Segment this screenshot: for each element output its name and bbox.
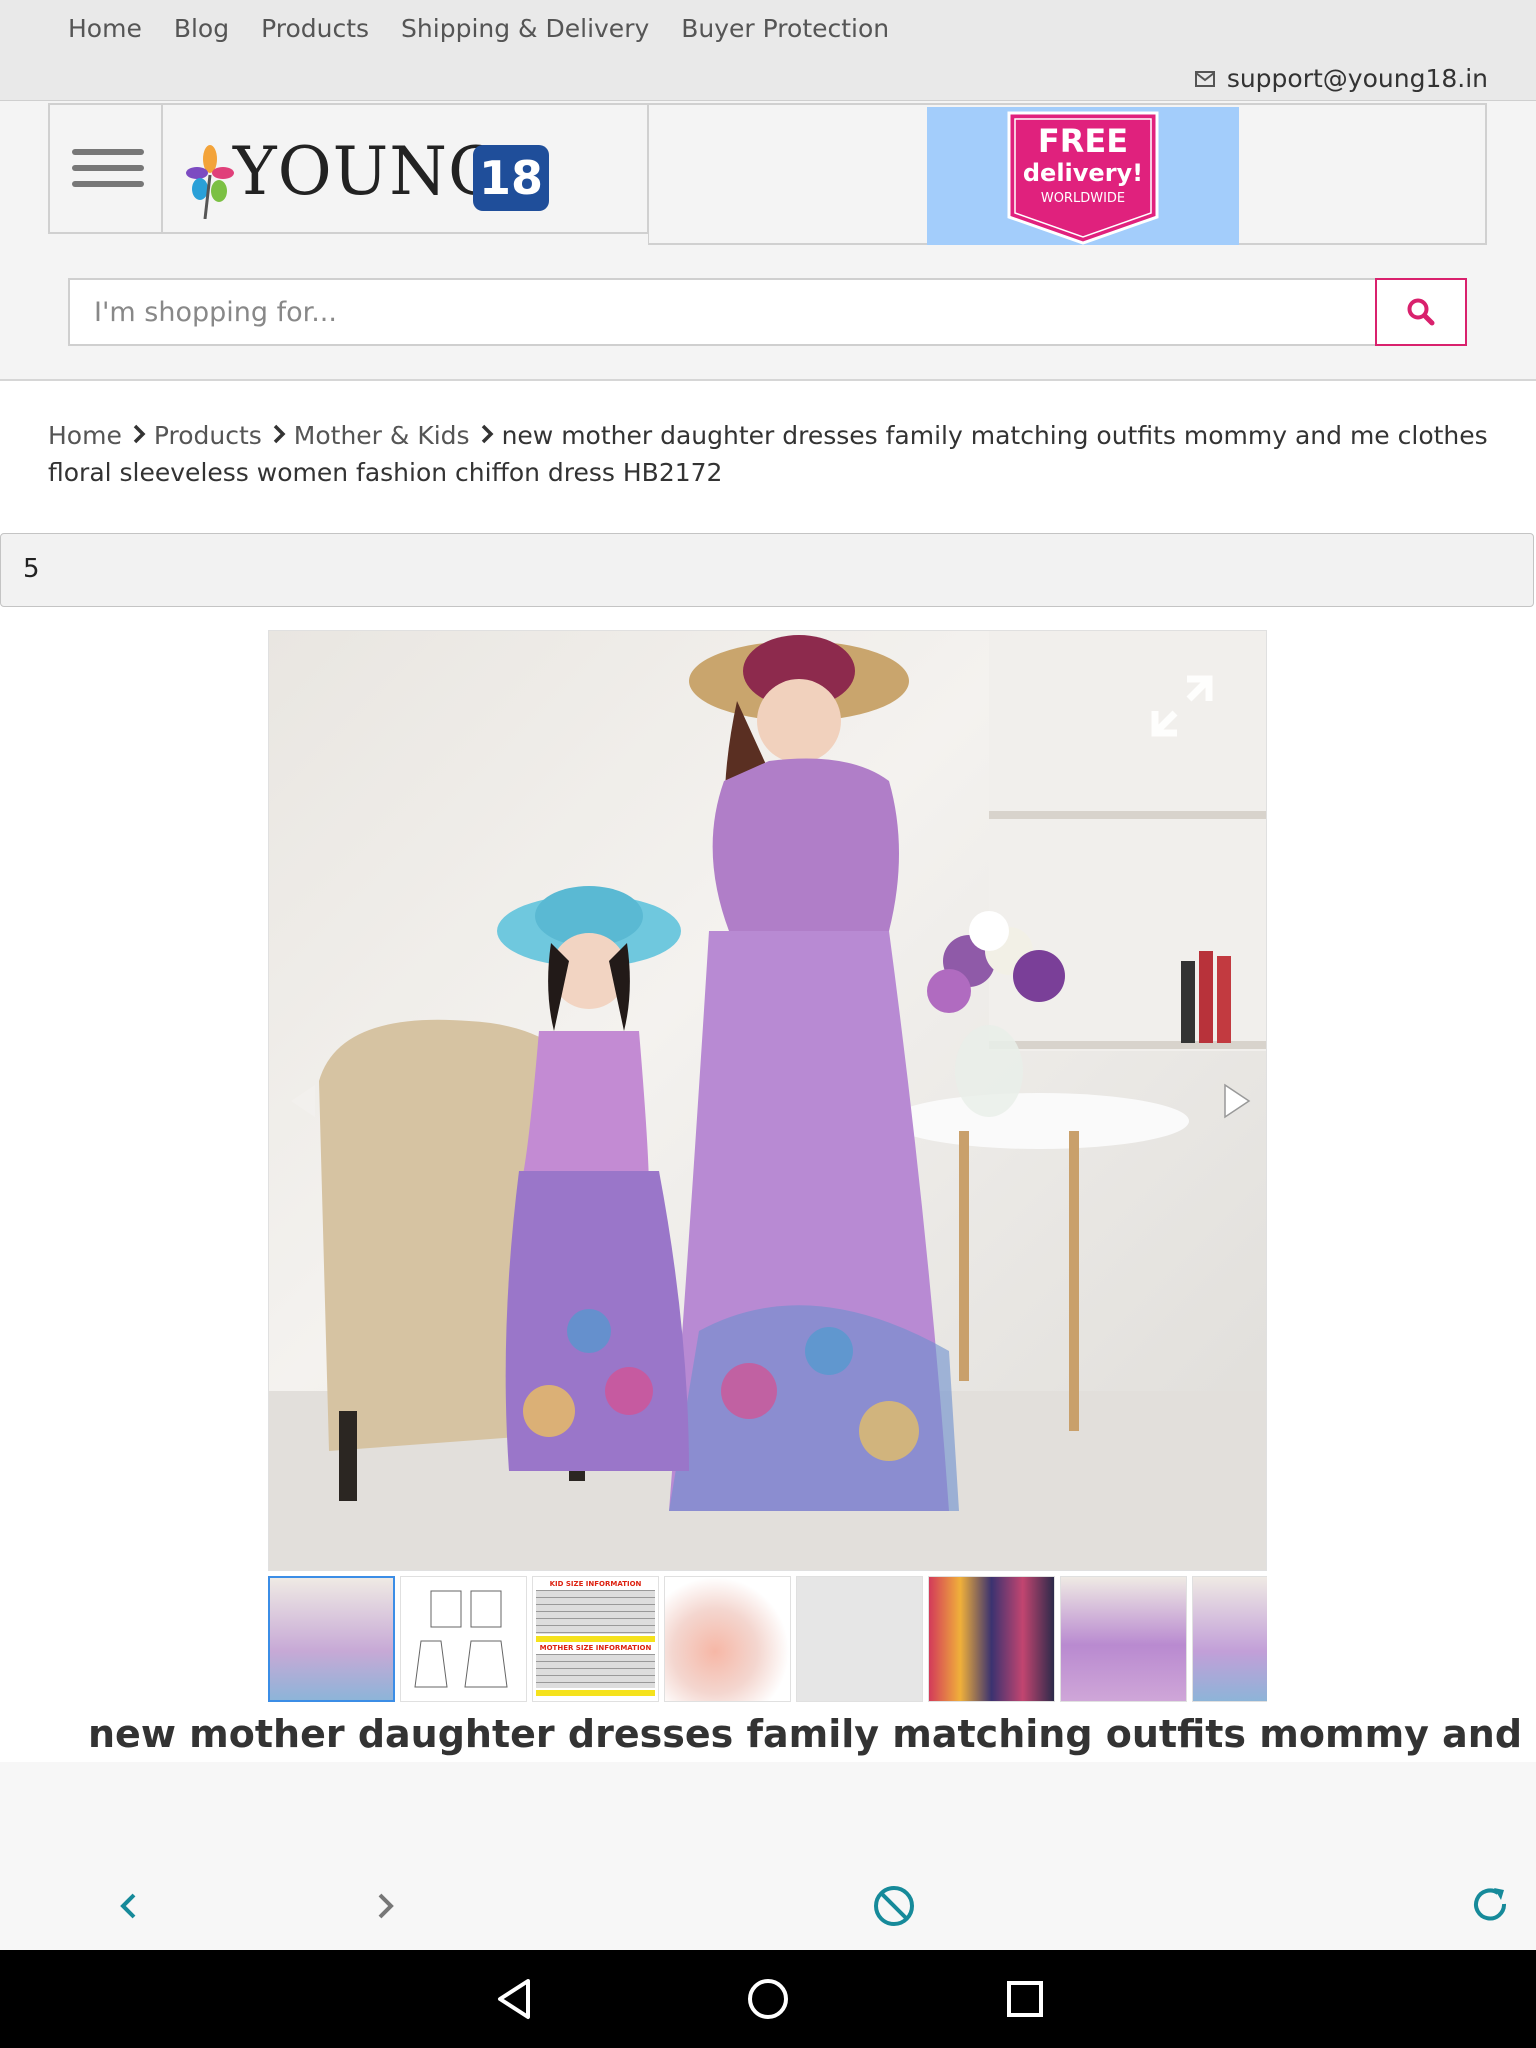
nav-link-shipping[interactable]: Shipping & Delivery [401, 10, 649, 48]
reload-icon[interactable] [1470, 1884, 1512, 1926]
android-home-icon[interactable] [746, 1976, 790, 2022]
expand-fullscreen-icon[interactable] [1147, 671, 1217, 741]
breadcrumb-products[interactable]: Products [154, 421, 262, 450]
chevron-right-icon [480, 419, 494, 455]
top-nav: Home Blog Products Shipping & Delivery B… [0, 0, 1536, 101]
logo-text: YOUNG [233, 133, 502, 210]
forward-arrow-icon[interactable] [370, 1890, 400, 1922]
hamburger-icon [72, 149, 144, 197]
prev-image-arrow-icon[interactable] [287, 1081, 321, 1121]
browser-toolbar [0, 1862, 1536, 1950]
size-chart-caption-mother: MOTHER SIZE INFORMATION [539, 1644, 652, 1652]
android-back-icon[interactable] [492, 1976, 536, 2022]
thumbnail-3[interactable]: KID SIZE INFORMATION MOTHER SIZE INFORMA… [532, 1576, 659, 1702]
quantity-bar[interactable]: 5 [0, 533, 1534, 607]
thumbnail-5[interactable] [796, 1576, 923, 1702]
thumbnail-8[interactable] [1192, 1576, 1267, 1702]
banner-area: FREE delivery! WORLDWIDE [648, 103, 1487, 245]
mail-icon [1194, 64, 1215, 93]
chevron-right-icon [272, 419, 286, 455]
quantity-value: 5 [23, 554, 40, 584]
nav-link-buyer-protection[interactable]: Buyer Protection [681, 10, 889, 48]
breadcrumb-mother-kids[interactable]: Mother & Kids [294, 421, 470, 450]
sketch-diagram-icon [414, 1590, 508, 1688]
site-header: YOUNG 18 FREE delivery! WORLDWIDE [0, 101, 1536, 381]
free-delivery-banner[interactable]: FREE delivery! WORLDWIDE [927, 107, 1239, 245]
logo-badge-text: 18 [478, 151, 543, 205]
search-icon [1407, 298, 1435, 326]
chevron-right-icon [132, 419, 146, 455]
breadcrumb-current: new mother daughter dresses family match… [48, 421, 1488, 487]
flower-logo-icon [186, 145, 234, 219]
thumbnail-2[interactable] [400, 1576, 527, 1702]
product-title: new mother daughter dresses family match… [88, 1712, 1523, 1756]
support-email-text: support@young18.in [1226, 64, 1488, 93]
site-logo[interactable]: YOUNG 18 [163, 103, 649, 234]
top-nav-links: Home Blog Products Shipping & Delivery B… [52, 10, 905, 48]
thumbnail-6[interactable] [928, 1576, 1055, 1702]
back-arrow-icon[interactable] [114, 1890, 144, 1922]
product-main-image[interactable] [268, 630, 1267, 1571]
banner-line-2: delivery! [1022, 158, 1144, 187]
menu-button[interactable] [48, 103, 163, 234]
search-box [68, 278, 1467, 346]
banner-line-1: FREE [1037, 122, 1129, 160]
thumbnail-7[interactable] [1060, 1576, 1187, 1702]
nav-link-home[interactable]: Home [68, 10, 142, 48]
breadcrumb: Home Products Mother & Kids new mother daug… [48, 418, 1488, 491]
android-nav-bar [0, 1950, 1536, 2048]
product-photo [269, 631, 1266, 1570]
block-icon[interactable] [872, 1884, 916, 1928]
support-email[interactable]: support@young18.in [1194, 64, 1488, 93]
nav-link-products[interactable]: Products [261, 10, 369, 48]
thumbnail-strip: KID SIZE INFORMATION MOTHER SIZE INFORMA… [268, 1576, 1267, 1704]
search-input[interactable] [70, 280, 1375, 344]
thumbnail-4[interactable] [664, 1576, 791, 1702]
next-image-arrow-icon[interactable] [1219, 1081, 1253, 1121]
size-chart-caption-kid: KID SIZE INFORMATION [549, 1580, 642, 1588]
android-recents-icon[interactable] [1004, 1978, 1046, 2020]
nav-link-blog[interactable]: Blog [174, 10, 229, 48]
breadcrumb-home[interactable]: Home [48, 421, 122, 450]
logo-badge: 18 [473, 145, 549, 211]
banner-line-3: WORLDWIDE [1040, 190, 1126, 206]
search-button[interactable] [1375, 278, 1467, 346]
thumbnail-1[interactable] [268, 1576, 395, 1702]
